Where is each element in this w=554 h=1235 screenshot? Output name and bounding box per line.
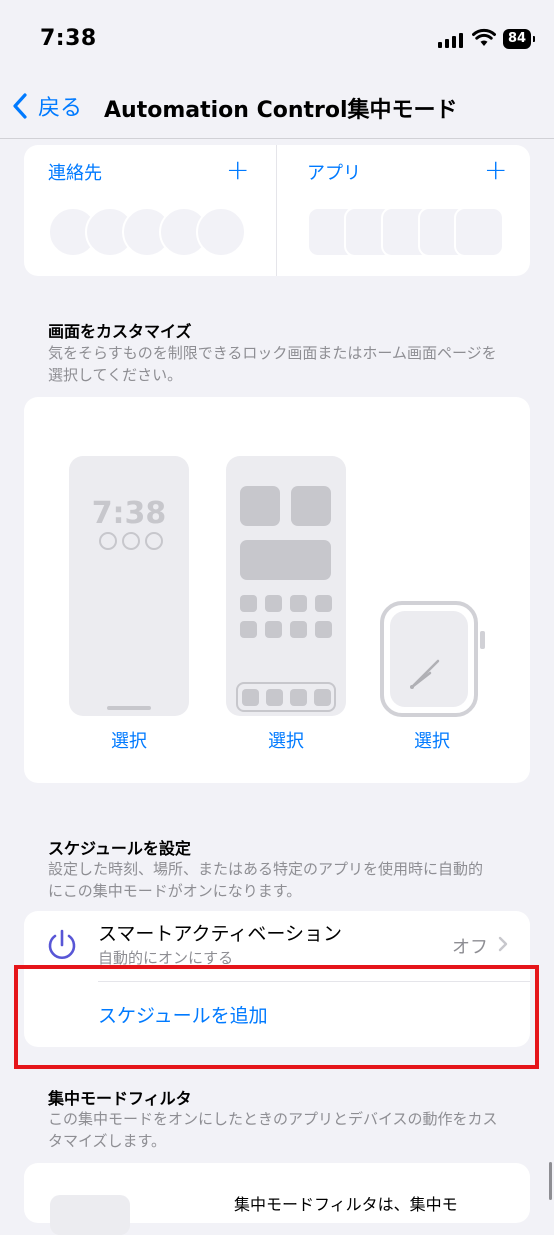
choose-home-screen-button[interactable]: 選択 [236, 727, 336, 753]
wifi-icon [472, 28, 496, 46]
power-icon [48, 929, 76, 959]
page-title: Automation Control集中モード [104, 98, 458, 123]
filter-thumbnail [50, 1195, 130, 1235]
app-icon-placeholder [315, 595, 332, 612]
app-icon-placeholder [240, 595, 257, 612]
chevron-left-icon [13, 93, 27, 119]
screens-card: 7:38 選択 選択 選択 [24, 397, 530, 783]
smart-activation-value: オフ [452, 937, 488, 958]
allowed-notifications-card: 連絡先 + アプリ + [24, 145, 530, 276]
app-icon-placeholder [290, 621, 307, 638]
app-icon-placeholder [315, 621, 332, 638]
back-label: 戻る [38, 96, 83, 121]
watch-hands-icon [410, 659, 440, 689]
focus-filters-card[interactable]: 集中モードフィルタは、集中モ [24, 1163, 530, 1235]
navigation-bar: 戻る Automation Control集中モード [0, 80, 554, 139]
add-app-button[interactable]: + [484, 153, 507, 186]
focus-filters-title: 集中モードフィルタ [48, 1089, 192, 1108]
dock-placeholder [236, 682, 336, 712]
battery-icon: 84 [503, 29, 535, 49]
app-icon-placeholder [265, 595, 282, 612]
watch-face-preview[interactable] [380, 601, 478, 717]
widget-placeholder [291, 486, 331, 526]
contacts-label: 連絡先 [48, 163, 102, 184]
choose-watch-face-button[interactable]: 選択 [382, 727, 482, 753]
highlight-box [14, 965, 539, 1069]
widget-placeholder [240, 540, 331, 580]
add-contact-button[interactable]: + [226, 153, 249, 186]
smart-activation-title: スマートアクティベーション [98, 923, 342, 945]
widget-placeholder [240, 486, 280, 526]
apps-label: アプリ [307, 163, 361, 184]
status-time: 7:38 [40, 26, 97, 51]
lock-widgets-icon [99, 532, 163, 550]
watch-crown [480, 631, 485, 649]
scrollbar[interactable] [549, 1162, 552, 1200]
app-icon-placeholder [290, 595, 307, 612]
app-icon-placeholder [265, 621, 282, 638]
status-bar: 7:38 84 [0, 0, 554, 80]
contact-placeholder-avatar [196, 207, 246, 257]
focus-filters-description: この集中モードをオンにしたときのアプリとデバイスの動作をカスタマイズします。 [48, 1110, 498, 1150]
choose-lock-screen-button[interactable]: 選択 [79, 727, 179, 753]
customize-screens-description: 気をそらすものを制限できるロック画面またはホーム画面ページを選択してください。 [48, 344, 497, 384]
app-icon-placeholder [240, 621, 257, 638]
schedule-description: 設定した時刻、場所、またはある特定のアプリを使用時に自動的にこの集中モードがオン… [48, 860, 484, 900]
chevron-right-icon [498, 936, 508, 952]
customize-screens-title: 画面をカスタマイズ [48, 322, 192, 341]
card-divider [276, 145, 277, 276]
home-indicator [107, 706, 151, 710]
focus-filters-card-text: 集中モードフィルタは、集中モ [234, 1195, 458, 1214]
lock-screen-time: 7:38 [91, 496, 167, 531]
home-screen-preview[interactable] [226, 456, 346, 716]
cellular-signal-icon [438, 32, 463, 48]
schedule-title: スケジュールを設定 [48, 839, 191, 858]
app-placeholder-icon [454, 207, 504, 257]
lock-screen-preview[interactable]: 7:38 [69, 456, 189, 716]
back-button[interactable]: 戻る [12, 90, 82, 122]
